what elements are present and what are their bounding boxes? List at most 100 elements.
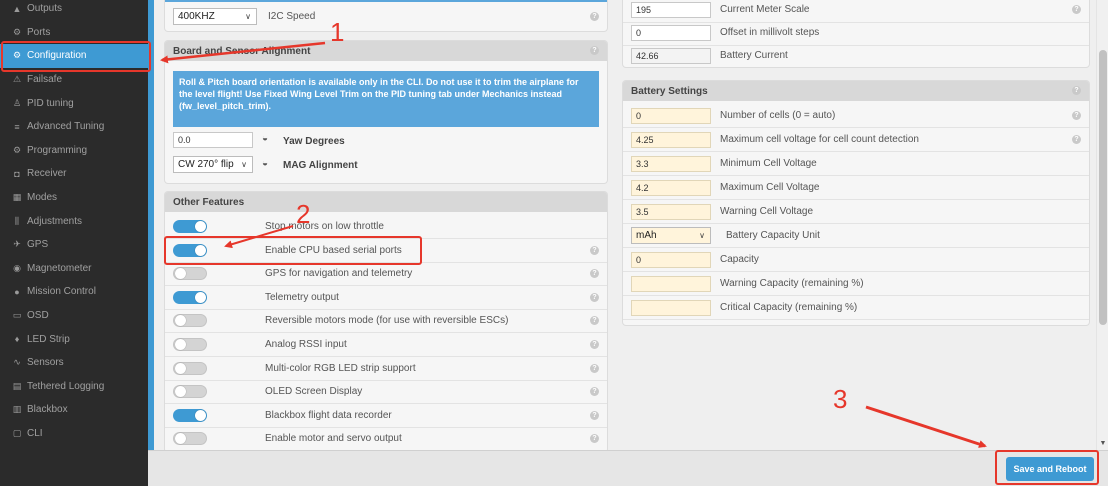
other-features-title: Other Features	[173, 196, 245, 208]
feature-row: OLED Screen Display?	[165, 380, 607, 405]
help-icon[interactable]: ?	[590, 245, 599, 255]
help-icon[interactable]: ?	[590, 340, 599, 349]
blackbox-icon: ▥	[12, 404, 22, 415]
sidebar-item-blackbox[interactable]: ▥ Blackbox	[0, 398, 148, 422]
feature-toggle[interactable]	[173, 385, 207, 399]
help-icon[interactable]: ?	[590, 410, 599, 420]
critical-capacity-input[interactable]	[631, 300, 711, 316]
modes-icon: ▦	[12, 192, 22, 203]
sidebar-item-sensors[interactable]: ∿ Sensors	[0, 351, 148, 375]
sidebar-item-ports[interactable]: ⚙ Ports	[0, 21, 148, 45]
tethered-logging-icon: ▤	[12, 380, 22, 391]
battery-capacity-unit-select[interactable]: mAh ∨	[631, 227, 711, 244]
battery-current-readout: 42.66	[631, 48, 711, 64]
sidebar-item-cli[interactable]: ▢ CLI	[0, 422, 148, 446]
help-icon[interactable]: ?	[1072, 5, 1081, 14]
toggle-knob	[195, 291, 206, 303]
cell-count-label: Number of cells (0 = auto)	[720, 110, 836, 121]
warning-cell-voltage-label: Warning Cell Voltage	[720, 206, 814, 217]
sidebar-item-adjustments[interactable]: ⫼ Adjustments	[0, 209, 148, 233]
sidebar-item-label: Blackbox	[27, 404, 68, 416]
sidebar-item-mission-control[interactable]: ● Mission Control	[0, 280, 148, 304]
help-icon[interactable]: ?	[590, 363, 599, 373]
min-cell-voltage-input[interactable]: 3.3	[631, 156, 711, 172]
feature-row: Blackbox flight data recorder?	[165, 404, 607, 428]
warning-cell-voltage-input[interactable]: 3.5	[631, 204, 711, 220]
battery-current-label: Battery Current	[720, 50, 788, 61]
current-offset-input[interactable]: 0	[631, 25, 711, 41]
magnetometer-icon: ◉	[13, 262, 21, 273]
chevron-down-icon: ∨	[245, 12, 251, 21]
sidebar-item-failsafe[interactable]: ⚠ Failsafe	[0, 68, 148, 92]
cell-count-input[interactable]: 0	[631, 108, 711, 124]
board-alignment-header: Board and Sensor Alignment ?	[165, 41, 607, 61]
sidebar-item-pid-tuning[interactable]: ♙ PID tuning	[0, 91, 148, 115]
help-icon[interactable]: ?	[1072, 86, 1081, 95]
feature-toggle[interactable]	[173, 408, 207, 422]
main-content: 400KHZ ∨ I2C Speed ? Board and Sensor Al…	[154, 0, 1096, 450]
programming-icon: ⚙	[12, 144, 22, 155]
scroll-down-arrow-icon[interactable]: ▼	[1098, 440, 1108, 448]
feature-toggle[interactable]	[173, 432, 207, 446]
i2c-speed-select[interactable]: 400KHZ ∨	[173, 8, 257, 25]
sidebar-item-led-strip[interactable]: ♦ LED Strip	[0, 327, 148, 351]
capacity-input[interactable]: 0	[631, 252, 711, 268]
feature-toggle[interactable]	[173, 290, 207, 304]
mag-alignment-select[interactable]: CW 270° flip ∨	[173, 156, 253, 173]
feature-toggle[interactable]	[173, 220, 207, 233]
feature-toggle[interactable]	[173, 361, 207, 375]
battery-row-battery-capacity-unit: mAh ∨ Battery Capacity Unit	[623, 224, 1089, 248]
feature-toggle[interactable]	[173, 314, 207, 328]
help-icon[interactable]: ?	[590, 12, 599, 21]
battery-row-max-cell-detect-voltage: 4.25 Maximum cell voltage for cell count …	[623, 128, 1089, 152]
capacity-label: Capacity	[720, 254, 759, 265]
sidebar-item-label: Receiver	[27, 168, 67, 180]
sidebar-item-label: Modes	[27, 192, 58, 204]
battery-row-min-cell-voltage: 3.3 Minimum Cell Voltage	[623, 152, 1089, 176]
battery-settings-box: Battery Settings ? 0 Number of cells (0 =…	[622, 80, 1090, 326]
max-cell-detect-voltage-input[interactable]: 4.25	[631, 132, 711, 148]
max-cell-voltage-input[interactable]: 4.2	[631, 180, 711, 196]
help-icon[interactable]: ?	[1072, 111, 1081, 120]
sidebar-item-configuration[interactable]: ⚙ Configuration	[0, 44, 148, 68]
help-icon[interactable]: ?	[590, 387, 599, 397]
scrollbar-thumb[interactable]	[1099, 50, 1107, 325]
feature-label: Enable CPU based serial ports	[265, 244, 402, 256]
feature-label: GPS for navigation and telemetry	[265, 268, 413, 280]
sidebar-item-outputs[interactable]: ▲ Outputs	[0, 0, 148, 21]
sidebar-item-advanced-tuning[interactable]: ≡ Advanced Tuning	[0, 115, 148, 139]
help-icon[interactable]: ?	[590, 46, 599, 55]
help-icon[interactable]: ?	[590, 316, 599, 326]
sidebar-item-label: Sensors	[27, 357, 64, 369]
current-meter-box: 195 Current Meter Scale ? 0 Offset in mi…	[622, 0, 1090, 68]
sidebar-item-receiver[interactable]: ◘ Receiver	[0, 162, 148, 186]
help-icon[interactable]: ?	[590, 292, 599, 302]
current-meter-scale-input[interactable]: 195	[631, 2, 711, 18]
feature-toggle[interactable]	[173, 267, 207, 281]
main-scrollbar[interactable]: ▼	[1096, 0, 1108, 450]
sidebar-item-tethered-logging[interactable]: ▤ Tethered Logging	[0, 375, 148, 399]
feature-toggle[interactable]	[173, 243, 207, 257]
help-icon[interactable]: ?	[590, 434, 599, 444]
feature-row: Telemetry output?	[165, 286, 607, 310]
save-and-reboot-button[interactable]: Save and Reboot	[1006, 457, 1094, 481]
min-cell-voltage-label: Minimum Cell Voltage	[720, 158, 817, 169]
sidebar-item-gps[interactable]: ✈ GPS	[0, 233, 148, 257]
sidebar-item-osd[interactable]: ▭ OSD	[0, 304, 148, 328]
toggle-knob	[195, 244, 206, 256]
feature-toggle[interactable]	[173, 338, 207, 351]
current-offset-label: Offset in millivolt steps	[720, 27, 820, 38]
battery-row-warning-cell-voltage: 3.5 Warning Cell Voltage	[623, 200, 1089, 224]
help-icon[interactable]: ?	[1072, 135, 1081, 144]
cli-icon: ▢	[12, 427, 22, 438]
yaw-degrees-input[interactable]: 0.0	[173, 132, 253, 148]
sidebar-item-label: Programming	[27, 144, 88, 156]
sidebar-item-magnetometer[interactable]: ◉ Magnetometer	[0, 257, 148, 281]
sidebar-item-programming[interactable]: ⚙ Programming	[0, 139, 148, 163]
sidebar-item-label: Advanced Tuning	[27, 121, 105, 133]
toggle-knob	[195, 221, 206, 232]
warning-capacity-input[interactable]	[631, 276, 711, 292]
help-icon[interactable]: ?	[590, 269, 599, 279]
compass-icon: ◒	[262, 133, 269, 144]
sidebar-item-modes[interactable]: ▦ Modes	[0, 186, 148, 210]
